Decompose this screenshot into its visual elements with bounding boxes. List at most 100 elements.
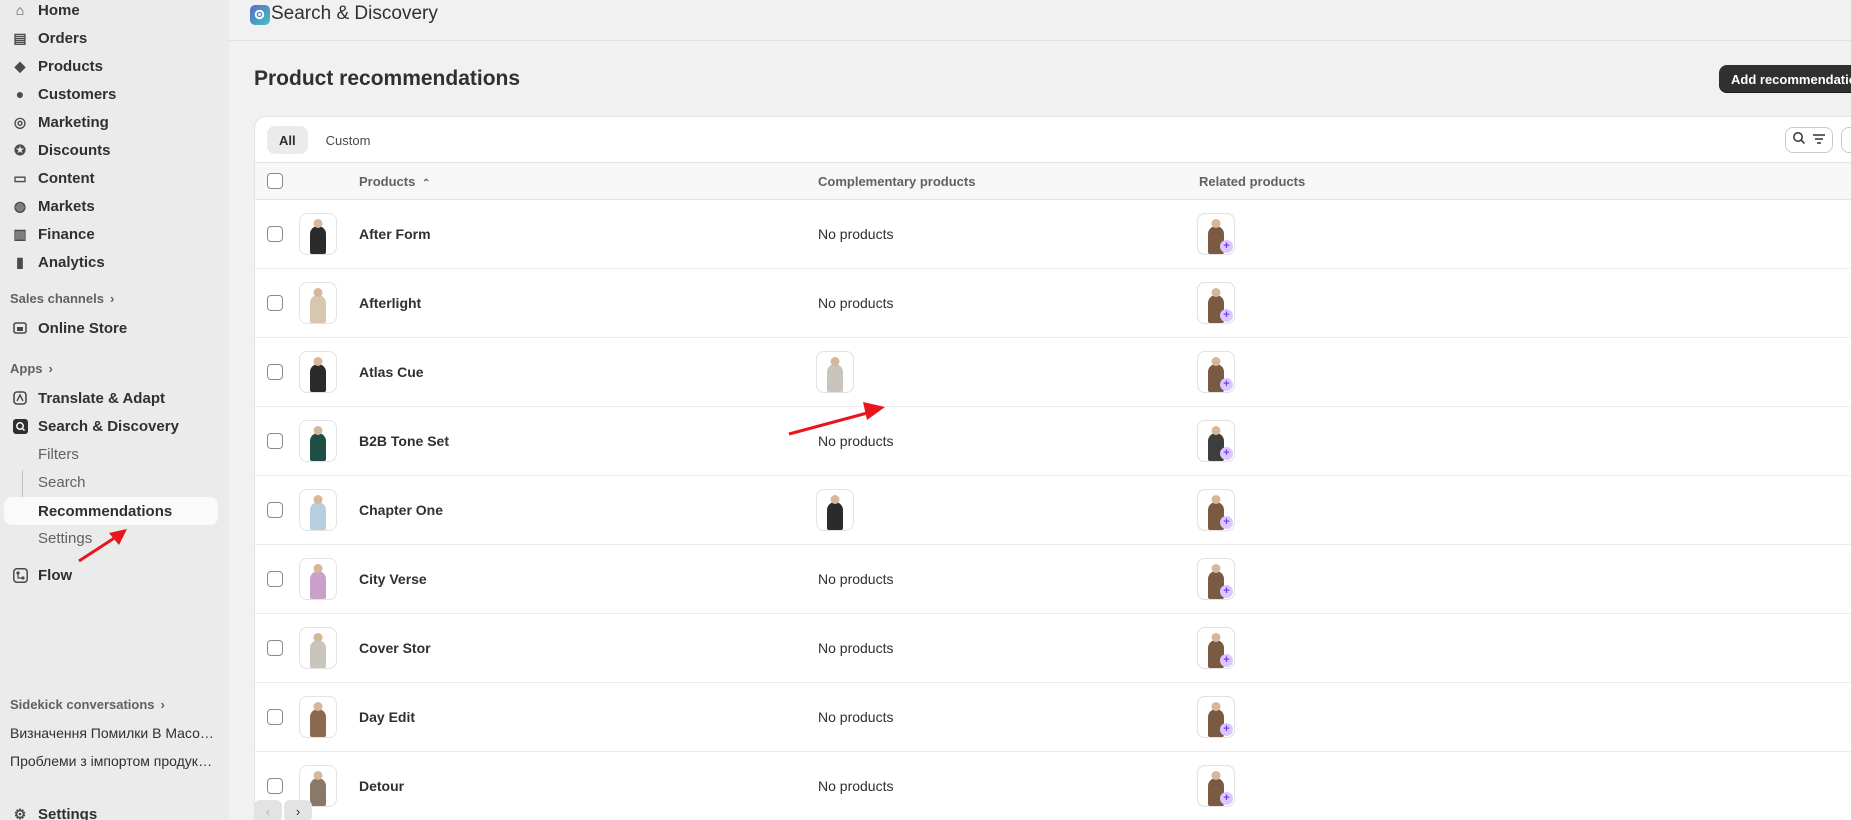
sidebar: ⌂ Home ▤ Orders ◆ Products ● Customers ◎ Marketin… <box>0 0 229 820</box>
store-icon <box>12 320 28 336</box>
product-thumbnail[interactable] <box>816 489 854 531</box>
app-title: Search & Discovery <box>271 3 438 24</box>
add-recommendation-button[interactable]: Add recommendation <box>1719 65 1851 93</box>
sidebar-item-discounts[interactable]: ✪ Discounts <box>0 138 218 162</box>
product-name[interactable]: Day Edit <box>359 709 415 725</box>
row-checkbox[interactable] <box>267 709 283 725</box>
sidekick-conversation[interactable]: Визначення Помилки В Масових Змінах <box>10 725 215 741</box>
tab-all[interactable]: All <box>267 126 308 154</box>
row-checkbox[interactable] <box>267 640 283 656</box>
table-row[interactable]: DetourNo products++++++++++ <box>255 752 1851 820</box>
product-thumbnail[interactable]: + <box>1197 765 1235 807</box>
tab-custom[interactable]: Custom <box>314 126 383 154</box>
sidebar-item-content[interactable]: ▭ Content <box>0 166 218 190</box>
chart-icon: ▮ <box>16 253 24 270</box>
thumbnail-figure <box>310 502 326 530</box>
product-thumbnail[interactable]: + <box>1197 420 1235 462</box>
chevron-right-icon: › <box>48 361 53 376</box>
sidebar-item-flow[interactable]: Flow <box>0 563 218 587</box>
sidebar-item-settings[interactable]: ⚙ Settings <box>0 802 218 820</box>
product-name[interactable]: B2B Tone Set <box>359 433 449 449</box>
product-thumbnail[interactable] <box>816 351 854 393</box>
thumbnail-figure-head <box>1211 357 1221 366</box>
select-all-checkbox[interactable] <box>267 173 283 189</box>
sidekick-conversation[interactable]: Проблеми з імпортом продуктів <box>10 753 215 769</box>
table-row[interactable]: AfterlightNo products++++++++++ <box>255 269 1851 338</box>
sidebar-item-translate-adapt[interactable]: Translate & Adapt <box>0 386 218 410</box>
sparkle-icon: + <box>1220 309 1233 322</box>
thumbnail-figure-head <box>313 357 323 366</box>
sidebar-sub-recommendations[interactable]: Recommendations <box>4 497 218 525</box>
row-checkbox[interactable] <box>267 433 283 449</box>
product-thumbnail[interactable] <box>299 558 337 600</box>
row-checkbox[interactable] <box>267 571 283 587</box>
table-row[interactable]: Atlas Cue++++++++++ <box>255 338 1851 407</box>
row-checkbox[interactable] <box>267 502 283 518</box>
search-discovery-app-icon <box>250 5 270 25</box>
prev-page-button[interactable]: ‹ <box>254 800 282 820</box>
product-thumbnail[interactable]: + <box>1197 489 1235 531</box>
product-thumbnail[interactable] <box>299 627 337 669</box>
apps-label[interactable]: Apps › <box>10 361 53 376</box>
sort-button[interactable] <box>1841 127 1851 153</box>
sidebar-item-marketing[interactable]: ◎ Marketing <box>0 110 218 134</box>
table-row[interactable]: City VerseNo products++++++++++ <box>255 545 1851 614</box>
thumbnail-figure <box>310 433 326 461</box>
sparkle-icon: + <box>1220 792 1233 805</box>
sidebar-item-analytics[interactable]: ▮ Analytics <box>0 250 218 274</box>
product-thumbnail[interactable] <box>299 351 337 393</box>
row-checkbox[interactable] <box>267 295 283 311</box>
sales-channels-label[interactable]: Sales channels › <box>10 291 114 306</box>
search-filter-button[interactable] <box>1785 127 1833 153</box>
product-thumbnail[interactable] <box>299 213 337 255</box>
product-name[interactable]: Afterlight <box>359 295 421 311</box>
table-row[interactable]: Cover StorNo products++++++++++ <box>255 614 1851 683</box>
table-row[interactable]: Day EditNo products++++++++++ <box>255 683 1851 752</box>
thumbnail-figure-head <box>313 633 323 642</box>
table-row[interactable]: After FormNo products++++++++++ <box>255 200 1851 269</box>
product-name[interactable]: Cover Stor <box>359 640 431 656</box>
thumbnail-figure-head <box>1211 426 1221 435</box>
product-name[interactable]: After Form <box>359 226 431 242</box>
product-thumbnail[interactable] <box>299 489 337 531</box>
product-name[interactable]: City Verse <box>359 571 427 587</box>
row-checkbox[interactable] <box>267 364 283 380</box>
sparkle-icon: + <box>1220 654 1233 667</box>
thumbnail-figure-head <box>313 288 323 297</box>
product-thumbnail[interactable]: + <box>1197 627 1235 669</box>
sidebar-item-products[interactable]: ◆ Products <box>0 54 218 78</box>
table-row[interactable]: Chapter One++++++++++ <box>255 476 1851 545</box>
product-thumbnail[interactable]: + <box>1197 558 1235 600</box>
row-checkbox[interactable] <box>267 778 283 794</box>
product-name[interactable]: Atlas Cue <box>359 364 424 380</box>
sidebar-item-markets[interactable]: ◍ Markets <box>0 194 218 218</box>
sidebar-item-finance[interactable]: ▥ Finance <box>0 222 218 246</box>
column-products[interactable]: Products ⌃ <box>359 174 430 189</box>
product-thumbnail[interactable] <box>299 696 337 738</box>
product-thumbnail[interactable] <box>299 420 337 462</box>
sidekick-label[interactable]: Sidekick conversations › <box>10 697 165 712</box>
thumbnail-figure-head <box>313 219 323 228</box>
sidebar-item-online-store[interactable]: Online Store <box>0 316 218 340</box>
sidebar-item-customers[interactable]: ● Customers <box>0 82 218 106</box>
orders-icon: ▤ <box>13 29 27 46</box>
product-name[interactable]: Detour <box>359 778 404 794</box>
row-checkbox[interactable] <box>267 226 283 242</box>
product-thumbnail[interactable]: + <box>1197 282 1235 324</box>
sidebar-item-orders[interactable]: ▤ Orders <box>0 26 218 50</box>
sparkle-icon: + <box>1220 723 1233 736</box>
thumbnail-figure-head <box>1211 288 1221 297</box>
next-page-button[interactable]: › <box>284 800 312 820</box>
thumbnail-figure-head <box>830 495 840 504</box>
table-row[interactable]: B2B Tone SetNo products++++++++++ <box>255 407 1851 476</box>
product-thumbnail[interactable]: + <box>1197 213 1235 255</box>
gear-icon: ⚙ <box>13 805 27 820</box>
product-thumbnail[interactable]: + <box>1197 696 1235 738</box>
product-thumbnail[interactable] <box>299 282 337 324</box>
sparkle-icon: + <box>1220 447 1233 460</box>
sidebar-item-search-discovery[interactable]: Search & Discovery <box>0 414 218 438</box>
sidebar-item-home[interactable]: ⌂ Home <box>0 0 218 22</box>
product-thumbnail[interactable]: + <box>1197 351 1235 393</box>
no-products-label: No products <box>818 571 894 587</box>
product-name[interactable]: Chapter One <box>359 502 443 518</box>
